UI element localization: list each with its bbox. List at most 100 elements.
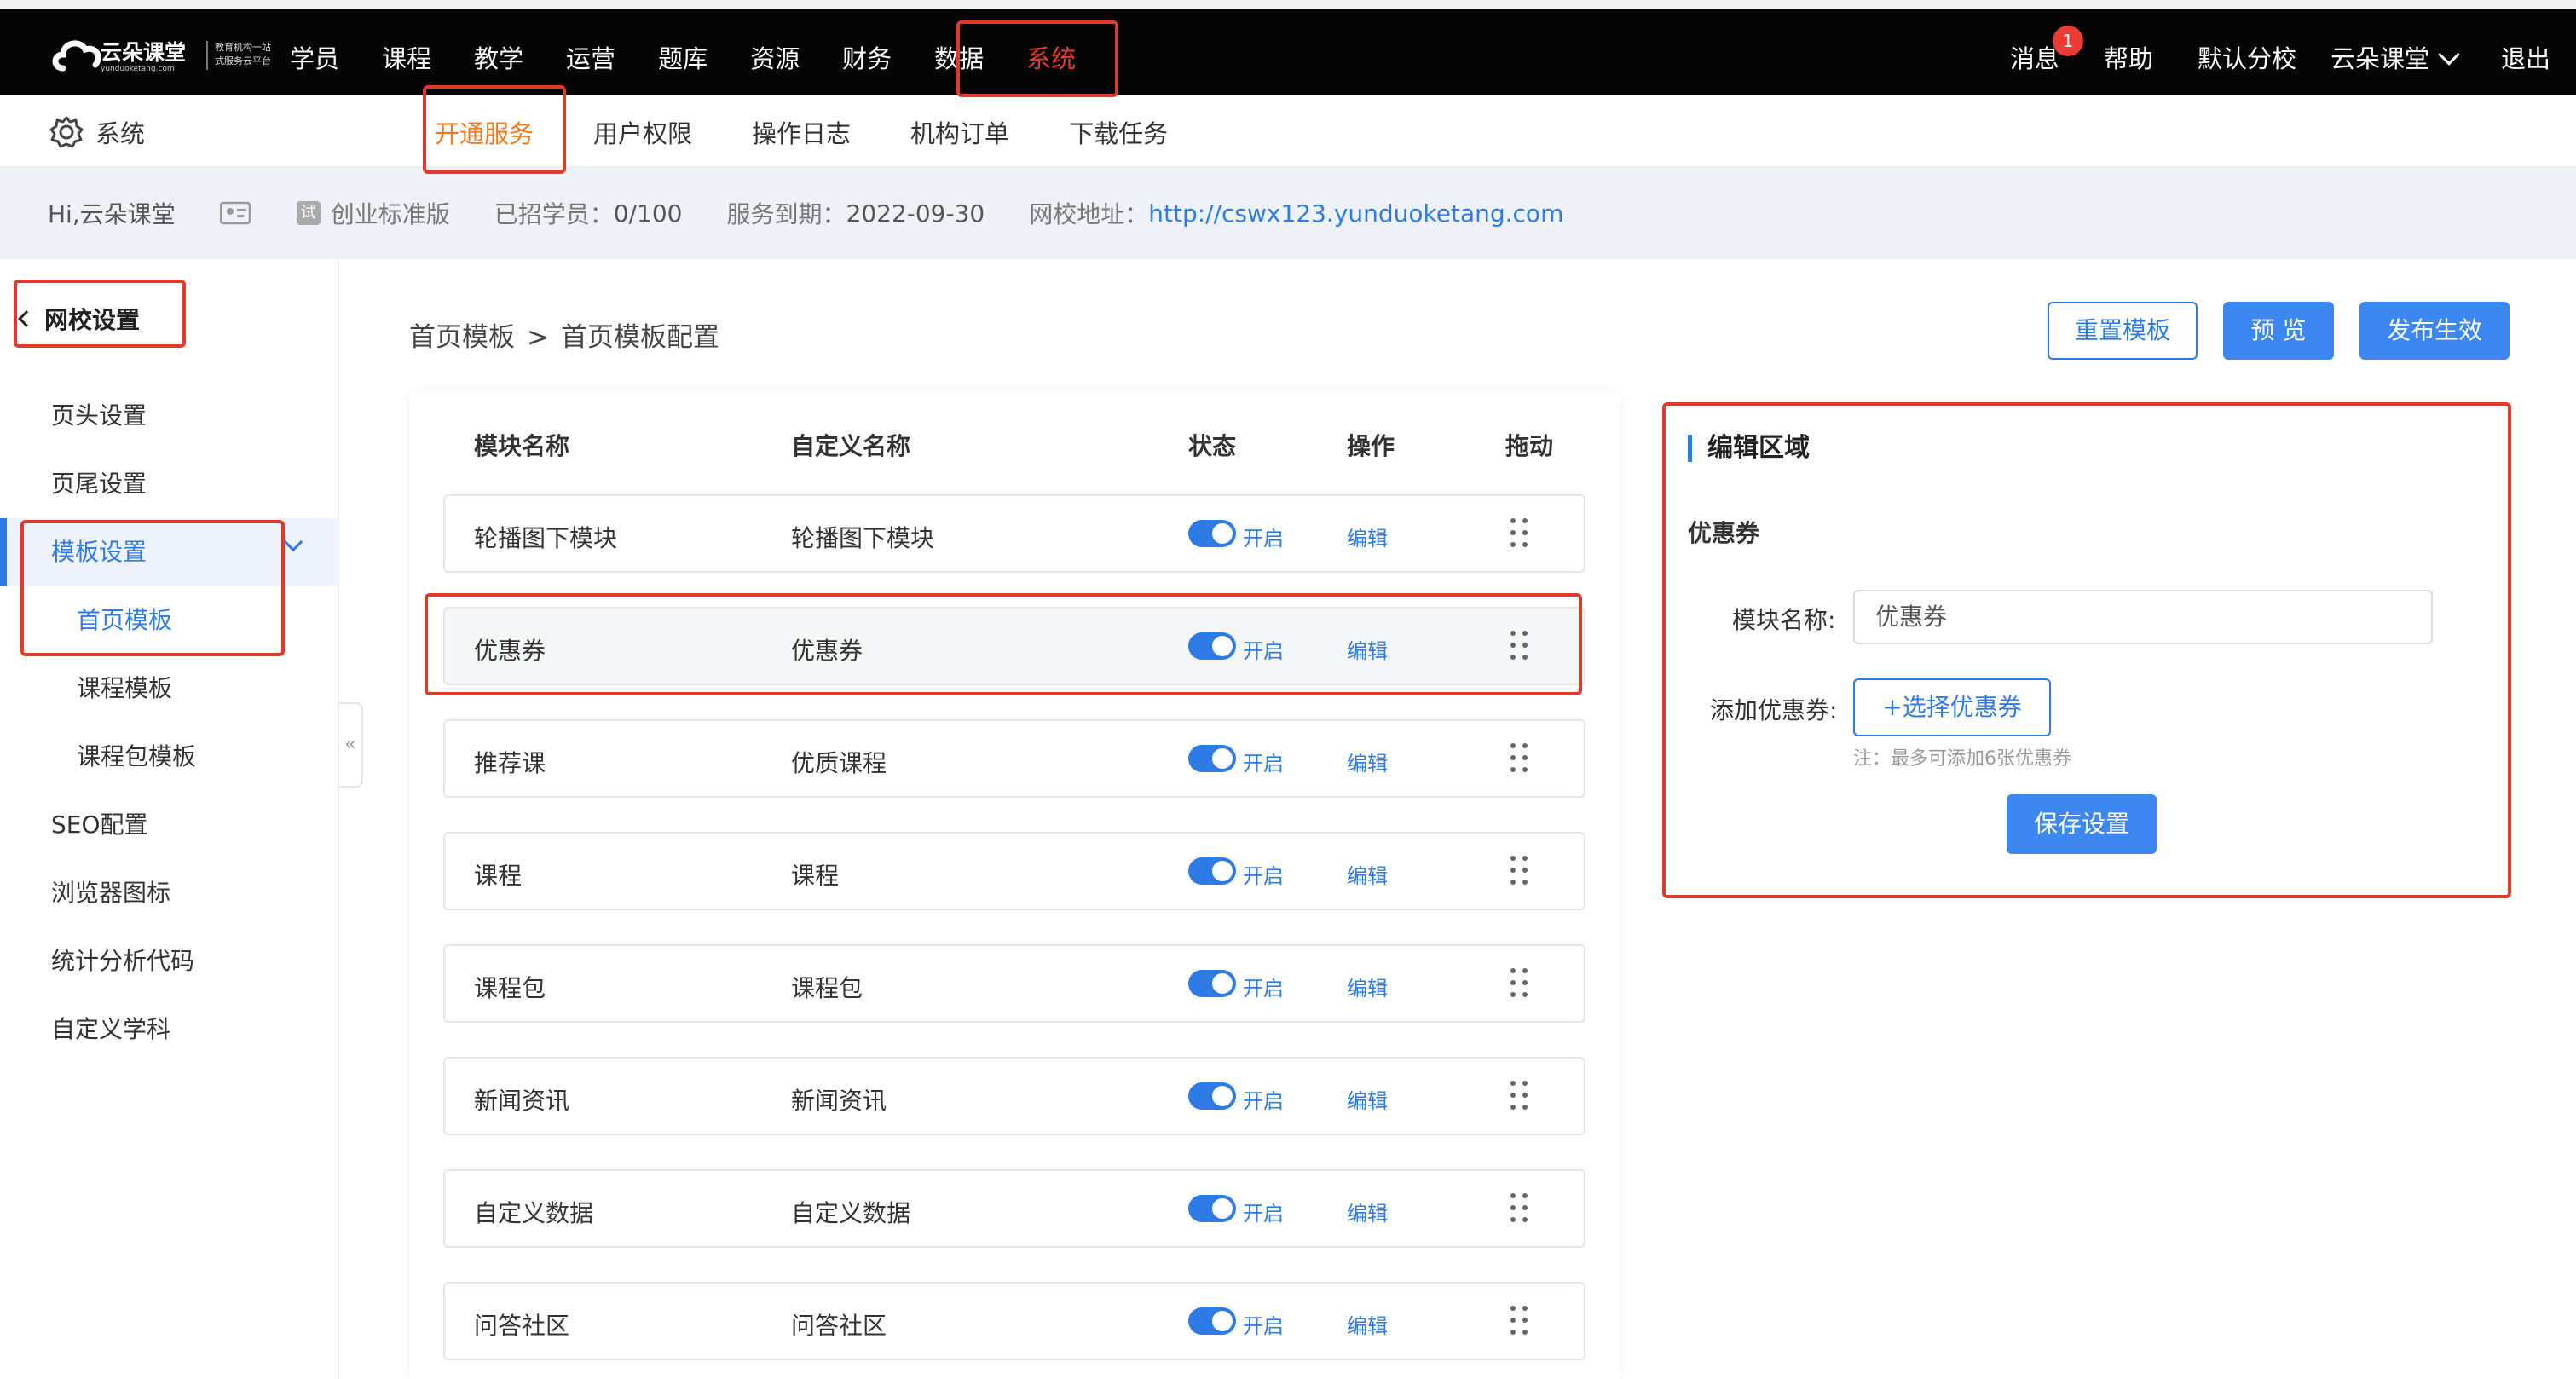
school-url-link[interactable]: http://cswx123.yunduoketang.com bbox=[1148, 199, 1563, 228]
edit-link[interactable]: 编辑 bbox=[1347, 522, 1388, 551]
status-toggle[interactable] bbox=[1188, 632, 1236, 660]
preview-button[interactable]: 预 览 bbox=[2223, 302, 2334, 360]
drag-dot bbox=[1522, 743, 1528, 748]
menu-item-teaching[interactable]: 教学 bbox=[474, 39, 523, 75]
status-toggle[interactable] bbox=[1188, 1082, 1236, 1110]
status-toggle[interactable] bbox=[1188, 970, 1236, 997]
messages-link[interactable]: 消息 1 bbox=[2010, 26, 2083, 75]
select-coupon-button[interactable]: +选择优惠券 bbox=[1853, 678, 2051, 736]
drag-dot bbox=[1510, 530, 1516, 535]
tab-open-services[interactable]: 开通服务 bbox=[435, 114, 534, 170]
status-label: 开启 bbox=[1243, 639, 1284, 663]
menu-item-system[interactable]: 系统 bbox=[1026, 39, 1076, 75]
drag-dot bbox=[1510, 743, 1516, 748]
drag-dot bbox=[1510, 880, 1516, 885]
logo-divider bbox=[206, 41, 208, 70]
default-branch-link[interactable]: 默认分校 bbox=[2198, 39, 2296, 75]
custom-name-cell: 轮播图下模块 bbox=[791, 524, 935, 552]
sidebar-item-footer-settings[interactable]: 页尾设置 bbox=[51, 465, 147, 499]
school-switcher[interactable]: 云朵课堂 bbox=[2331, 39, 2460, 75]
drag-handle-icon[interactable] bbox=[1510, 1193, 1531, 1224]
edit-link[interactable]: 编辑 bbox=[1347, 1084, 1388, 1114]
brand-logo[interactable]: 云朵课堂 yunduoketang.com 教育机构一站 式服务云平台 bbox=[51, 26, 271, 85]
sidebar-item-course-template[interactable]: 课程模板 bbox=[77, 670, 172, 704]
sidebar: 网校设置 页头设置 页尾设置 模板设置 首页模板 课程模板 课程包模板 SEO配… bbox=[0, 259, 339, 1379]
tab-download-tasks[interactable]: 下载任务 bbox=[1069, 114, 1168, 150]
module-name-input[interactable]: 优惠券 bbox=[1853, 590, 2433, 644]
table-row[interactable]: 自定义数据 自定义数据 开启 编辑 bbox=[443, 1169, 1585, 1248]
column-header-module-name: 模块名称 bbox=[474, 432, 570, 460]
status-toggle[interactable] bbox=[1188, 745, 1236, 772]
sidebar-item-favicon[interactable]: 浏览器图标 bbox=[51, 874, 170, 909]
menu-item-data[interactable]: 数据 bbox=[934, 39, 984, 75]
drag-dot bbox=[1510, 1105, 1516, 1110]
drag-dot bbox=[1522, 542, 1528, 547]
system-subnav: 系统 开通服务 用户权限 操作日志 机构订单 下载任务 bbox=[0, 95, 2576, 170]
sidebar-collapse-button[interactable]: « bbox=[339, 702, 363, 788]
edit-link[interactable]: 编辑 bbox=[1347, 1197, 1388, 1226]
edit-link[interactable]: 编辑 bbox=[1347, 859, 1388, 889]
drag-dot bbox=[1510, 968, 1516, 973]
drag-handle-icon[interactable] bbox=[1510, 518, 1531, 549]
table-row[interactable]: 问答社区 问答社区 开启 编辑 bbox=[443, 1282, 1585, 1360]
tab-operation-log[interactable]: 操作日志 bbox=[752, 114, 851, 150]
table-row[interactable]: 轮播图下模块 轮播图下模块 开启 编辑 bbox=[443, 494, 1585, 573]
status-toggle[interactable] bbox=[1188, 1195, 1236, 1222]
drag-dot bbox=[1510, 992, 1516, 997]
drag-dot bbox=[1522, 755, 1528, 760]
menu-item-students[interactable]: 学员 bbox=[290, 39, 339, 75]
drag-handle-icon[interactable] bbox=[1510, 631, 1531, 661]
sidebar-item-home-template[interactable]: 首页模板 bbox=[77, 602, 172, 636]
menu-item-courses[interactable]: 课程 bbox=[382, 39, 431, 75]
toggle-knob bbox=[1212, 861, 1233, 881]
id-card-icon[interactable] bbox=[219, 200, 252, 226]
drag-dot bbox=[1510, 518, 1516, 523]
status-toggle[interactable] bbox=[1188, 1307, 1236, 1335]
table-row[interactable]: 优惠券 优惠券 开启 编辑 bbox=[443, 607, 1585, 685]
status-toggle[interactable] bbox=[1188, 857, 1236, 885]
edit-link[interactable]: 编辑 bbox=[1347, 1309, 1388, 1339]
tab-user-permissions[interactable]: 用户权限 bbox=[593, 114, 692, 150]
publish-button[interactable]: 发布生效 bbox=[2359, 302, 2510, 360]
breadcrumb-parent[interactable]: 首页模板 bbox=[409, 322, 515, 353]
coupon-limit-note: 注：最多可添加6张优惠券 bbox=[1853, 748, 2071, 770]
drag-handle-icon[interactable] bbox=[1510, 968, 1531, 999]
status-toggle[interactable] bbox=[1188, 520, 1236, 547]
edit-link[interactable]: 编辑 bbox=[1347, 972, 1388, 1001]
cloud-logo-icon bbox=[52, 40, 101, 72]
drag-handle-icon[interactable] bbox=[1510, 1081, 1531, 1111]
edit-link[interactable]: 编辑 bbox=[1347, 634, 1388, 664]
table-row[interactable]: 课程包 课程包 开启 编辑 bbox=[443, 944, 1585, 1023]
drag-handle-icon[interactable] bbox=[1510, 743, 1531, 774]
table-row[interactable]: 课程 课程 开启 编辑 bbox=[443, 832, 1585, 910]
url-label: 网校地址： bbox=[1029, 200, 1149, 228]
column-header-action: 操作 bbox=[1347, 432, 1395, 460]
module-name-cell: 推荐课 bbox=[474, 749, 546, 777]
menu-item-resources[interactable]: 资源 bbox=[750, 39, 800, 75]
drag-dot bbox=[1522, 856, 1528, 861]
edit-panel: 编辑区域 优惠券 模块名称: 优惠券 添加优惠券: +选择优惠券 注：最多可添加… bbox=[1662, 401, 2511, 895]
sidebar-item-custom-subjects[interactable]: 自定义学科 bbox=[51, 1011, 170, 1045]
toggle-knob bbox=[1212, 1198, 1233, 1219]
sidebar-item-course-package-template[interactable]: 课程包模板 bbox=[77, 738, 196, 772]
toggle-knob bbox=[1212, 748, 1233, 769]
drag-handle-icon[interactable] bbox=[1510, 856, 1531, 886]
sidebar-item-header-settings[interactable]: 页头设置 bbox=[51, 397, 147, 431]
drag-handle-icon[interactable] bbox=[1510, 1306, 1531, 1336]
sidebar-item-seo[interactable]: SEO配置 bbox=[51, 806, 148, 840]
tab-institution-orders[interactable]: 机构订单 bbox=[910, 114, 1009, 150]
save-settings-button[interactable]: 保存设置 bbox=[2007, 794, 2157, 854]
menu-item-finance[interactable]: 财务 bbox=[842, 39, 892, 75]
table-row[interactable]: 新闻资讯 新闻资讯 开启 编辑 bbox=[443, 1057, 1585, 1135]
help-link[interactable]: 帮助 bbox=[2104, 39, 2153, 75]
status-label: 开启 bbox=[1243, 1202, 1284, 1226]
table-row[interactable]: 推荐课 优质课程 开启 编辑 bbox=[443, 719, 1585, 798]
menu-item-question-bank[interactable]: 题库 bbox=[658, 39, 708, 75]
reset-template-button[interactable]: 重置模板 bbox=[2048, 302, 2198, 360]
sidebar-item-analytics-code[interactable]: 统计分析代码 bbox=[51, 943, 194, 977]
logout-link[interactable]: 退出 bbox=[2501, 39, 2550, 75]
menu-item-operations[interactable]: 运营 bbox=[566, 39, 615, 75]
sidebar-item-template-settings[interactable]: 模板设置 bbox=[51, 534, 147, 568]
edit-link[interactable]: 编辑 bbox=[1347, 747, 1388, 776]
back-to-school-settings[interactable]: 网校设置 bbox=[18, 302, 140, 336]
